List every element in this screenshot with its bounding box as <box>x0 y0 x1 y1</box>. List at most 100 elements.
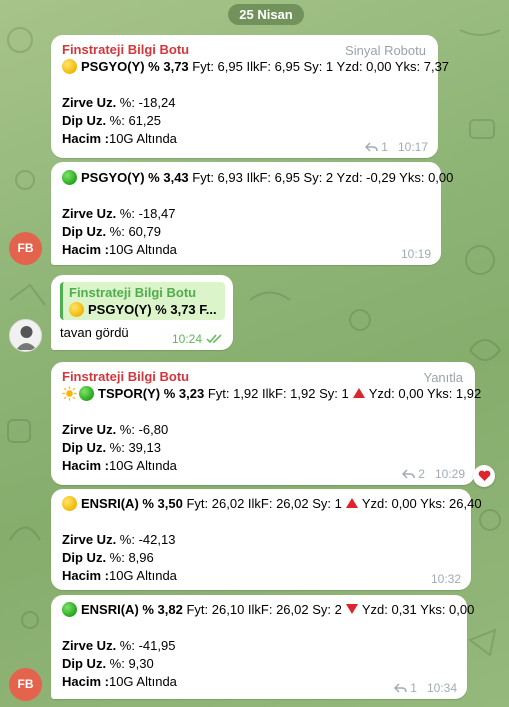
quote-sender: Finstrateji Bilgi Botu <box>69 285 197 300</box>
signal-headline: ENSRI(A) % 3,50 Fyt: 26,02 IlkF: 26,02 S… <box>62 495 482 513</box>
sender-name[interactable]: Finstrateji Bilgi Botu <box>62 368 465 385</box>
message-time: 10:34 <box>426 681 457 695</box>
double-check-icon <box>206 334 222 344</box>
message-bubble[interactable]: ENSRI(A) % 3,82 Fyt: 26,10 IlkF: 26,02 S… <box>51 595 474 699</box>
message-meta: 2 10:29 <box>402 467 465 481</box>
zirve-label: Zirve Uz. <box>62 95 117 110</box>
hacim-value: 10G Altında <box>108 568 177 583</box>
sun-icon <box>62 386 77 401</box>
replies-indicator[interactable]: 2 <box>402 467 425 481</box>
zirve-line: Zirve Uz. %: -18,47 <box>62 205 431 223</box>
zirve-label: Zirve Uz. <box>62 532 117 547</box>
ticker-bold: ENSRI(A) % 3,50 <box>81 496 183 511</box>
zirve-value: %: -41,95 <box>116 638 176 653</box>
ticker-bold: ENSRI(A) % 3,82 <box>81 602 183 617</box>
reply-count: 1 <box>381 140 388 154</box>
reply-count: 1 <box>410 681 417 695</box>
yellow-circle-icon <box>69 302 84 317</box>
ticker-bold: TSPOR(Y) % 3,23 <box>98 386 205 401</box>
zirve-value: %: -6,80 <box>116 422 169 437</box>
red-triangle-down-icon <box>345 604 358 614</box>
dip-line: Dip Uz. %: 8,96 <box>62 549 461 567</box>
zirve-line: Zirve Uz. %: -18,24 <box>62 94 428 112</box>
dip-value: %: 60,79 <box>106 224 161 239</box>
signal-details: Fyt: 26,10 IlkF: 26,02 Sy: 2 <box>182 602 342 617</box>
bot-avatar[interactable]: FB <box>9 668 42 701</box>
dip-value: %: 39,13 <box>106 440 161 455</box>
dip-line: Dip Uz. %: 9,30 <box>62 655 457 673</box>
message-time: 10:29 <box>434 467 465 481</box>
dip-value: %: 8,96 <box>106 550 154 565</box>
hacim-value: 10G Altında <box>108 242 177 257</box>
hacim-line: Hacim :10G Altında <box>62 241 431 259</box>
signal-headline: PSGYO(Y) % 3,73 Fyt: 6,95 IlkF: 6,95 Sy:… <box>62 58 449 76</box>
message-time: 10:17 <box>397 140 428 154</box>
red-triangle-up-icon <box>352 388 365 398</box>
hacim-label: Hacim : <box>62 458 109 473</box>
zirve-value: %: -18,47 <box>116 206 176 221</box>
message-bubble[interactable]: Finstrateji Bilgi Botu Yanıtla TSPOR(Y) … <box>51 362 481 485</box>
zirve-value: %: -42,13 <box>116 532 176 547</box>
dip-label: Dip Uz. <box>62 113 107 128</box>
signal-tail: Yzd: 0,00 Yks: 26,40 <box>361 496 482 511</box>
signal-details: Fyt: 6,93 IlkF: 6,95 Sy: 2 Yzd: -0,29 Yk… <box>188 170 454 185</box>
message-bubble[interactable]: PSGYO(Y) % 3,43 Fyt: 6,93 IlkF: 6,95 Sy:… <box>51 162 453 265</box>
signal-headline: TSPOR(Y) % 3,23 Fyt: 1,92 IlkF: 1,92 Sy:… <box>62 385 481 403</box>
reply-action[interactable]: Yanıtla <box>423 370 463 385</box>
green-circle-icon <box>62 170 77 185</box>
green-circle-icon <box>79 386 94 401</box>
ticker-bold: PSGYO(Y) % 3,43 <box>81 170 189 185</box>
signal-tail: Yzd: 0,00 Yks: 1,92 <box>368 386 482 401</box>
ticker-bold: PSGYO(Y) % 3,73 <box>81 59 189 74</box>
message-bubble[interactable]: Finstrateji Bilgi Botu Sinyal Robotu PSG… <box>51 35 449 158</box>
reply-count: 2 <box>418 467 425 481</box>
dip-line: Dip Uz. %: 60,79 <box>62 223 431 241</box>
message-meta: 10:32 <box>431 572 461 586</box>
reply-arrow-icon <box>365 142 379 152</box>
bot-avatar[interactable]: FB <box>9 232 42 265</box>
message-time: 10:19 <box>400 247 431 261</box>
signal-details: Fyt: 1,92 IlkF: 1,92 Sy: 1 <box>204 386 349 401</box>
message-time: 10:24 <box>171 332 202 346</box>
quote-text: PSGYO(Y) % 3,73 F... <box>69 301 219 318</box>
zirve-line: Zirve Uz. %: -42,13 <box>62 531 461 549</box>
dip-label: Dip Uz. <box>62 440 107 455</box>
user-photo-icon <box>16 326 37 350</box>
heart-reaction[interactable] <box>473 465 495 487</box>
hacim-label: Hacim : <box>62 242 109 257</box>
message-meta: 1 10:17 <box>365 140 428 154</box>
dip-value: %: 61,25 <box>106 113 161 128</box>
hacim-value: 10G Altında <box>108 131 177 146</box>
yellow-circle-icon <box>62 496 77 511</box>
message-bubble[interactable]: Finstrateji Bilgi Botu PSGYO(Y) % 3,73 F… <box>51 275 233 350</box>
message-bubble[interactable]: ENSRI(A) % 3,50 Fyt: 26,02 IlkF: 26,02 S… <box>51 489 482 590</box>
hacim-line: Hacim :10G Altında <box>62 567 461 585</box>
quote-snippet: PSGYO(Y) % 3,73 F... <box>88 302 217 317</box>
signal-headline: ENSRI(A) % 3,82 Fyt: 26,10 IlkF: 26,02 S… <box>62 601 474 619</box>
signal-details: Fyt: 6,95 IlkF: 6,95 Sy: 1 Yzd: 0,00 Yks… <box>188 59 450 74</box>
message-meta: 10:19 <box>401 247 431 261</box>
signal-details: Fyt: 26,02 IlkF: 26,02 Sy: 1 <box>182 496 342 511</box>
reply-quote[interactable]: Finstrateji Bilgi Botu PSGYO(Y) % 3,73 F… <box>60 282 225 320</box>
replies-indicator[interactable]: 1 <box>365 140 388 154</box>
reply-arrow-icon <box>402 469 416 479</box>
hacim-label: Hacim : <box>62 131 109 146</box>
zirve-label: Zirve Uz. <box>62 206 117 221</box>
red-triangle-up-icon <box>345 498 358 508</box>
zirve-label: Zirve Uz. <box>62 422 117 437</box>
zirve-line: Zirve Uz. %: -41,95 <box>62 637 457 655</box>
message-meta: 1 10:34 <box>394 681 457 695</box>
heart-icon <box>478 470 490 481</box>
replies-indicator[interactable]: 1 <box>394 681 417 695</box>
yellow-circle-icon <box>62 59 77 74</box>
dip-line: Dip Uz. %: 39,13 <box>62 439 465 457</box>
dip-line: Dip Uz. %: 61,25 <box>62 112 428 130</box>
reply-arrow-icon <box>394 683 408 693</box>
zirve-label: Zirve Uz. <box>62 638 117 653</box>
message-time: 10:32 <box>430 572 461 586</box>
date-separator: 25 Nisan <box>228 4 304 25</box>
user-avatar[interactable] <box>9 319 42 352</box>
hacim-label: Hacim : <box>62 568 109 583</box>
signal-headline: PSGYO(Y) % 3,43 Fyt: 6,93 IlkF: 6,95 Sy:… <box>62 169 453 187</box>
dip-label: Dip Uz. <box>62 656 107 671</box>
